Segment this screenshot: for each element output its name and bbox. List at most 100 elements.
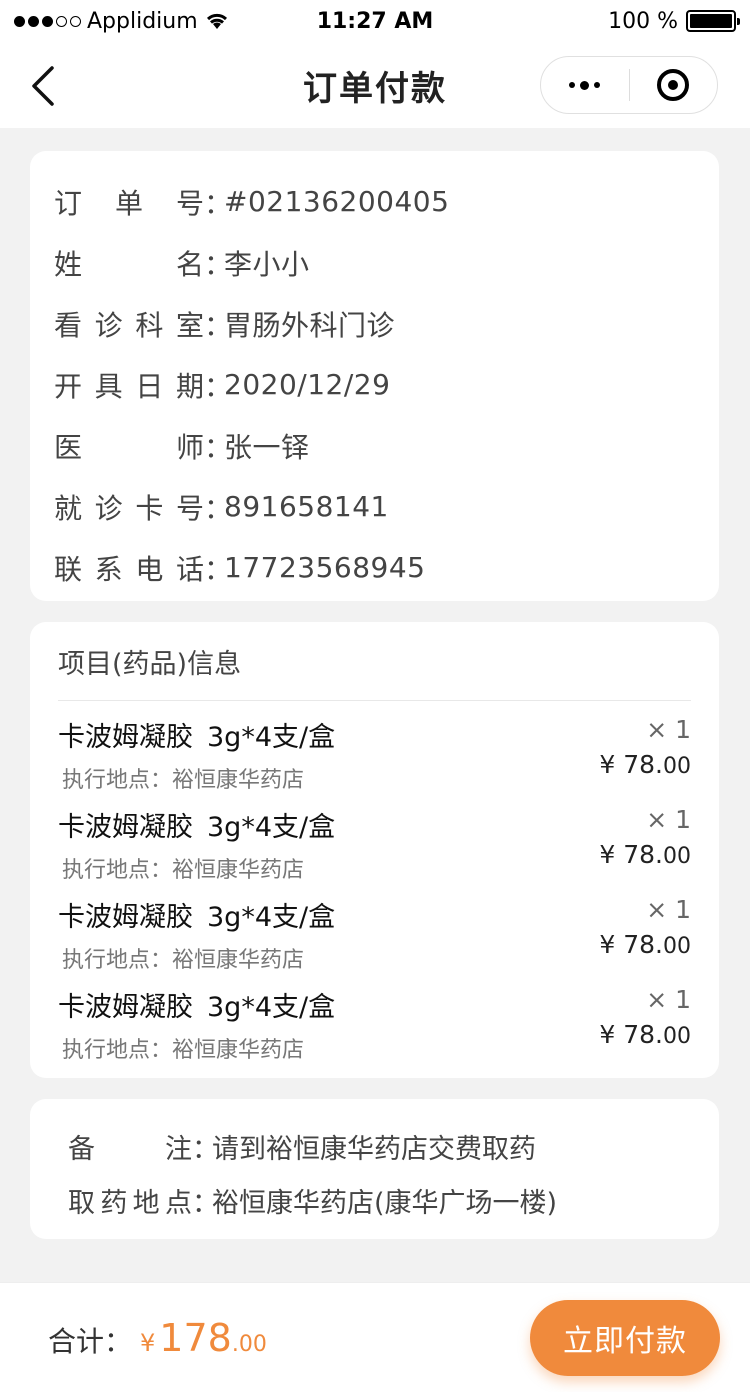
wifi-icon (206, 13, 227, 29)
item-details: 卡波姆凝胶 3g*4支/盒 执行地点：裕恒康华药店 (58, 805, 335, 883)
note-value: 请到裕恒康华药店交费取药 (212, 1133, 536, 1165)
info-label-char: 医 (54, 430, 83, 464)
list-item[interactable]: 卡波姆凝胶 3g*4支/盒 执行地点：裕恒康华药店 × 1 ¥ 78.00 (58, 971, 691, 1063)
item-location: 执行地点：裕恒康华药店 (62, 858, 305, 883)
item-quantity: × 1 (646, 895, 691, 924)
info-value: #02136200405 (224, 185, 450, 218)
info-label: 医师 (54, 426, 204, 466)
item-details: 卡波姆凝胶 3g*4支/盒 执行地点：裕恒康华药店 (58, 985, 335, 1063)
item-price-cents: 00 (663, 754, 691, 779)
total-label: 合计： (48, 1324, 133, 1358)
item-price: ¥ 78.00 (599, 1020, 691, 1049)
order-info-card: 订单号： #02136200405 姓名：李小小看诊科室：胃肠外科门诊开具日期： 20… (30, 151, 719, 601)
info-label-char: 具 (94, 369, 123, 403)
note-label-char: 注 (165, 1133, 192, 1165)
item-amounts: × 1 ¥ 78.00 (599, 985, 691, 1061)
total-integer: 178 (159, 1315, 232, 1360)
note-value: 裕恒康华药店(康华广场一楼) (212, 1187, 558, 1219)
item-price-main: ¥ 78. (599, 1020, 663, 1049)
notes-card: 备注：请到裕恒康华药店交费取药取药地点：裕恒康华药店(康华广场一楼) (30, 1099, 719, 1239)
item-details: 卡波姆凝胶 3g*4支/盒 执行地点：裕恒康华药店 (58, 895, 335, 973)
list-item[interactable]: 卡波姆凝胶 3g*4支/盒 执行地点：裕恒康华药店 × 1 ¥ 78.00 (58, 881, 691, 973)
info-label-char: 卡 (135, 491, 164, 525)
info-colon: ： (204, 186, 233, 220)
info-label-char: 姓 (54, 247, 83, 281)
item-name: 卡波姆凝胶 (58, 722, 193, 753)
total-currency: ¥ (140, 1328, 156, 1357)
info-value: 胃肠外科门诊 (224, 308, 396, 342)
target-circle-icon (657, 69, 690, 101)
info-label-char: 号 (175, 186, 204, 220)
info-label: 订单号 (54, 182, 204, 222)
more-dots-icon (569, 80, 601, 90)
item-details: 卡波姆凝胶 3g*4支/盒执行地点：裕恒康华药店 (58, 715, 335, 793)
item-price-cents: 00 (663, 844, 691, 869)
item-name-line: 卡波姆凝胶 3g*4支/盒 (58, 895, 335, 934)
info-label-char: 日 (135, 369, 164, 403)
note-label: 取药地点 (68, 1181, 192, 1220)
more-button[interactable] (541, 57, 629, 113)
list-item[interactable]: 卡波姆凝胶 3g*4支/盒 执行地点：裕恒康华药店 × 1 ¥ 78.00 (58, 791, 691, 883)
item-amounts: × 1 ¥ 78.00 (599, 805, 691, 881)
info-colon: ： (204, 552, 233, 586)
nav-bar: 订单付款 (0, 42, 750, 128)
items-card: 项目(药品)信息 卡波姆凝胶 3g*4支/盒 执行地点：裕恒康华药店 × 1 ¥ 78.… (30, 622, 719, 1078)
pay-now-button[interactable]: 立即付款 (530, 1299, 720, 1376)
info-label-char: 师 (175, 430, 204, 464)
items-section-title: 项目(药品)信息 (58, 622, 691, 701)
item-price-main: ¥ 78. (599, 840, 663, 869)
checkout-bar: 合计： ¥ 178 .00 立即付款 (0, 1282, 750, 1392)
note-row: 取药地点：裕恒康华药店(康华广场一楼) (68, 1173, 681, 1227)
info-label-char: 联 (54, 552, 83, 586)
item-price: ¥ 78.00 (599, 840, 691, 869)
note-label-char: 取 (68, 1187, 95, 1219)
order-info-row: 就诊卡号： 891658141 (54, 476, 695, 537)
items-list: 卡波姆凝胶 3g*4支/盒 执行地点：裕恒康华药店 × 1 ¥ 78.00 卡波姆凝胶 3g… (58, 701, 691, 1063)
info-label-char: 系 (94, 552, 123, 586)
item-price-cents: 00 (663, 1024, 691, 1049)
item-name: 卡波姆凝胶 (58, 992, 193, 1023)
note-label-char: 备 (68, 1133, 95, 1165)
note-label-char: 药 (100, 1187, 128, 1219)
order-info-row: 医师：张一铎 (54, 415, 695, 476)
info-label: 姓名 (54, 243, 204, 283)
item-price: ¥ 78.00 (599, 930, 691, 959)
note-label-char: 点 (164, 1187, 192, 1219)
info-label-char: 诊 (94, 491, 123, 525)
carrier-name: Applidium (87, 8, 198, 34)
item-name: 卡波姆凝胶 (58, 902, 193, 933)
battery-percent: 100 % (608, 8, 678, 34)
mini-program-capsule (540, 56, 718, 114)
item-price: ¥ 78.00 (599, 750, 691, 779)
order-info-row: 联系电话： 17723568945 (54, 537, 695, 598)
info-colon: ： (204, 308, 233, 342)
item-amounts: × 1 ¥ 78.00 (599, 895, 691, 971)
item-price-main: ¥ 78. (599, 930, 663, 959)
back-arrow-icon[interactable] (26, 64, 66, 108)
info-label-char: 单 (114, 186, 143, 220)
status-bar: Applidium 11:27 AM 100 % (0, 0, 750, 42)
item-price-cents: 00 (663, 934, 691, 959)
signal-carrier: Applidium (14, 9, 230, 34)
item-name: 卡波姆凝胶 (58, 812, 193, 843)
info-label-char: 期 (175, 369, 204, 403)
order-info-row: 开具日期： 2020/12/29 (54, 354, 695, 415)
order-info-row: 订单号： #02136200405 (54, 171, 695, 232)
info-label-char: 看 (54, 308, 83, 342)
info-label-char: 科 (135, 308, 164, 342)
info-label-char: 电 (135, 552, 164, 586)
item-price-main: ¥ 78. (599, 750, 663, 779)
total-amount: 合计： ¥ 178 .00 (48, 1316, 267, 1360)
note-label: 备注 (68, 1127, 192, 1166)
item-name-line: 卡波姆凝胶 3g*4支/盒 (58, 715, 335, 754)
close-mini-program-button[interactable] (630, 57, 718, 113)
item-quantity: × 1 (646, 715, 691, 744)
info-value: 17723568945 (224, 551, 426, 584)
item-name-line: 卡波姆凝胶 3g*4支/盒 (58, 985, 335, 1024)
list-item[interactable]: 卡波姆凝胶 3g*4支/盒执行地点：裕恒康华药店 × 1 ¥ 78.00 (58, 701, 691, 793)
item-location: 执行地点：裕恒康华药店 (62, 768, 305, 793)
item-spec: 3g*4支/盒 (207, 992, 336, 1023)
info-label-char: 订 (54, 186, 83, 220)
signal-strength-icon (14, 15, 81, 27)
note-label-char: 地 (132, 1187, 160, 1219)
